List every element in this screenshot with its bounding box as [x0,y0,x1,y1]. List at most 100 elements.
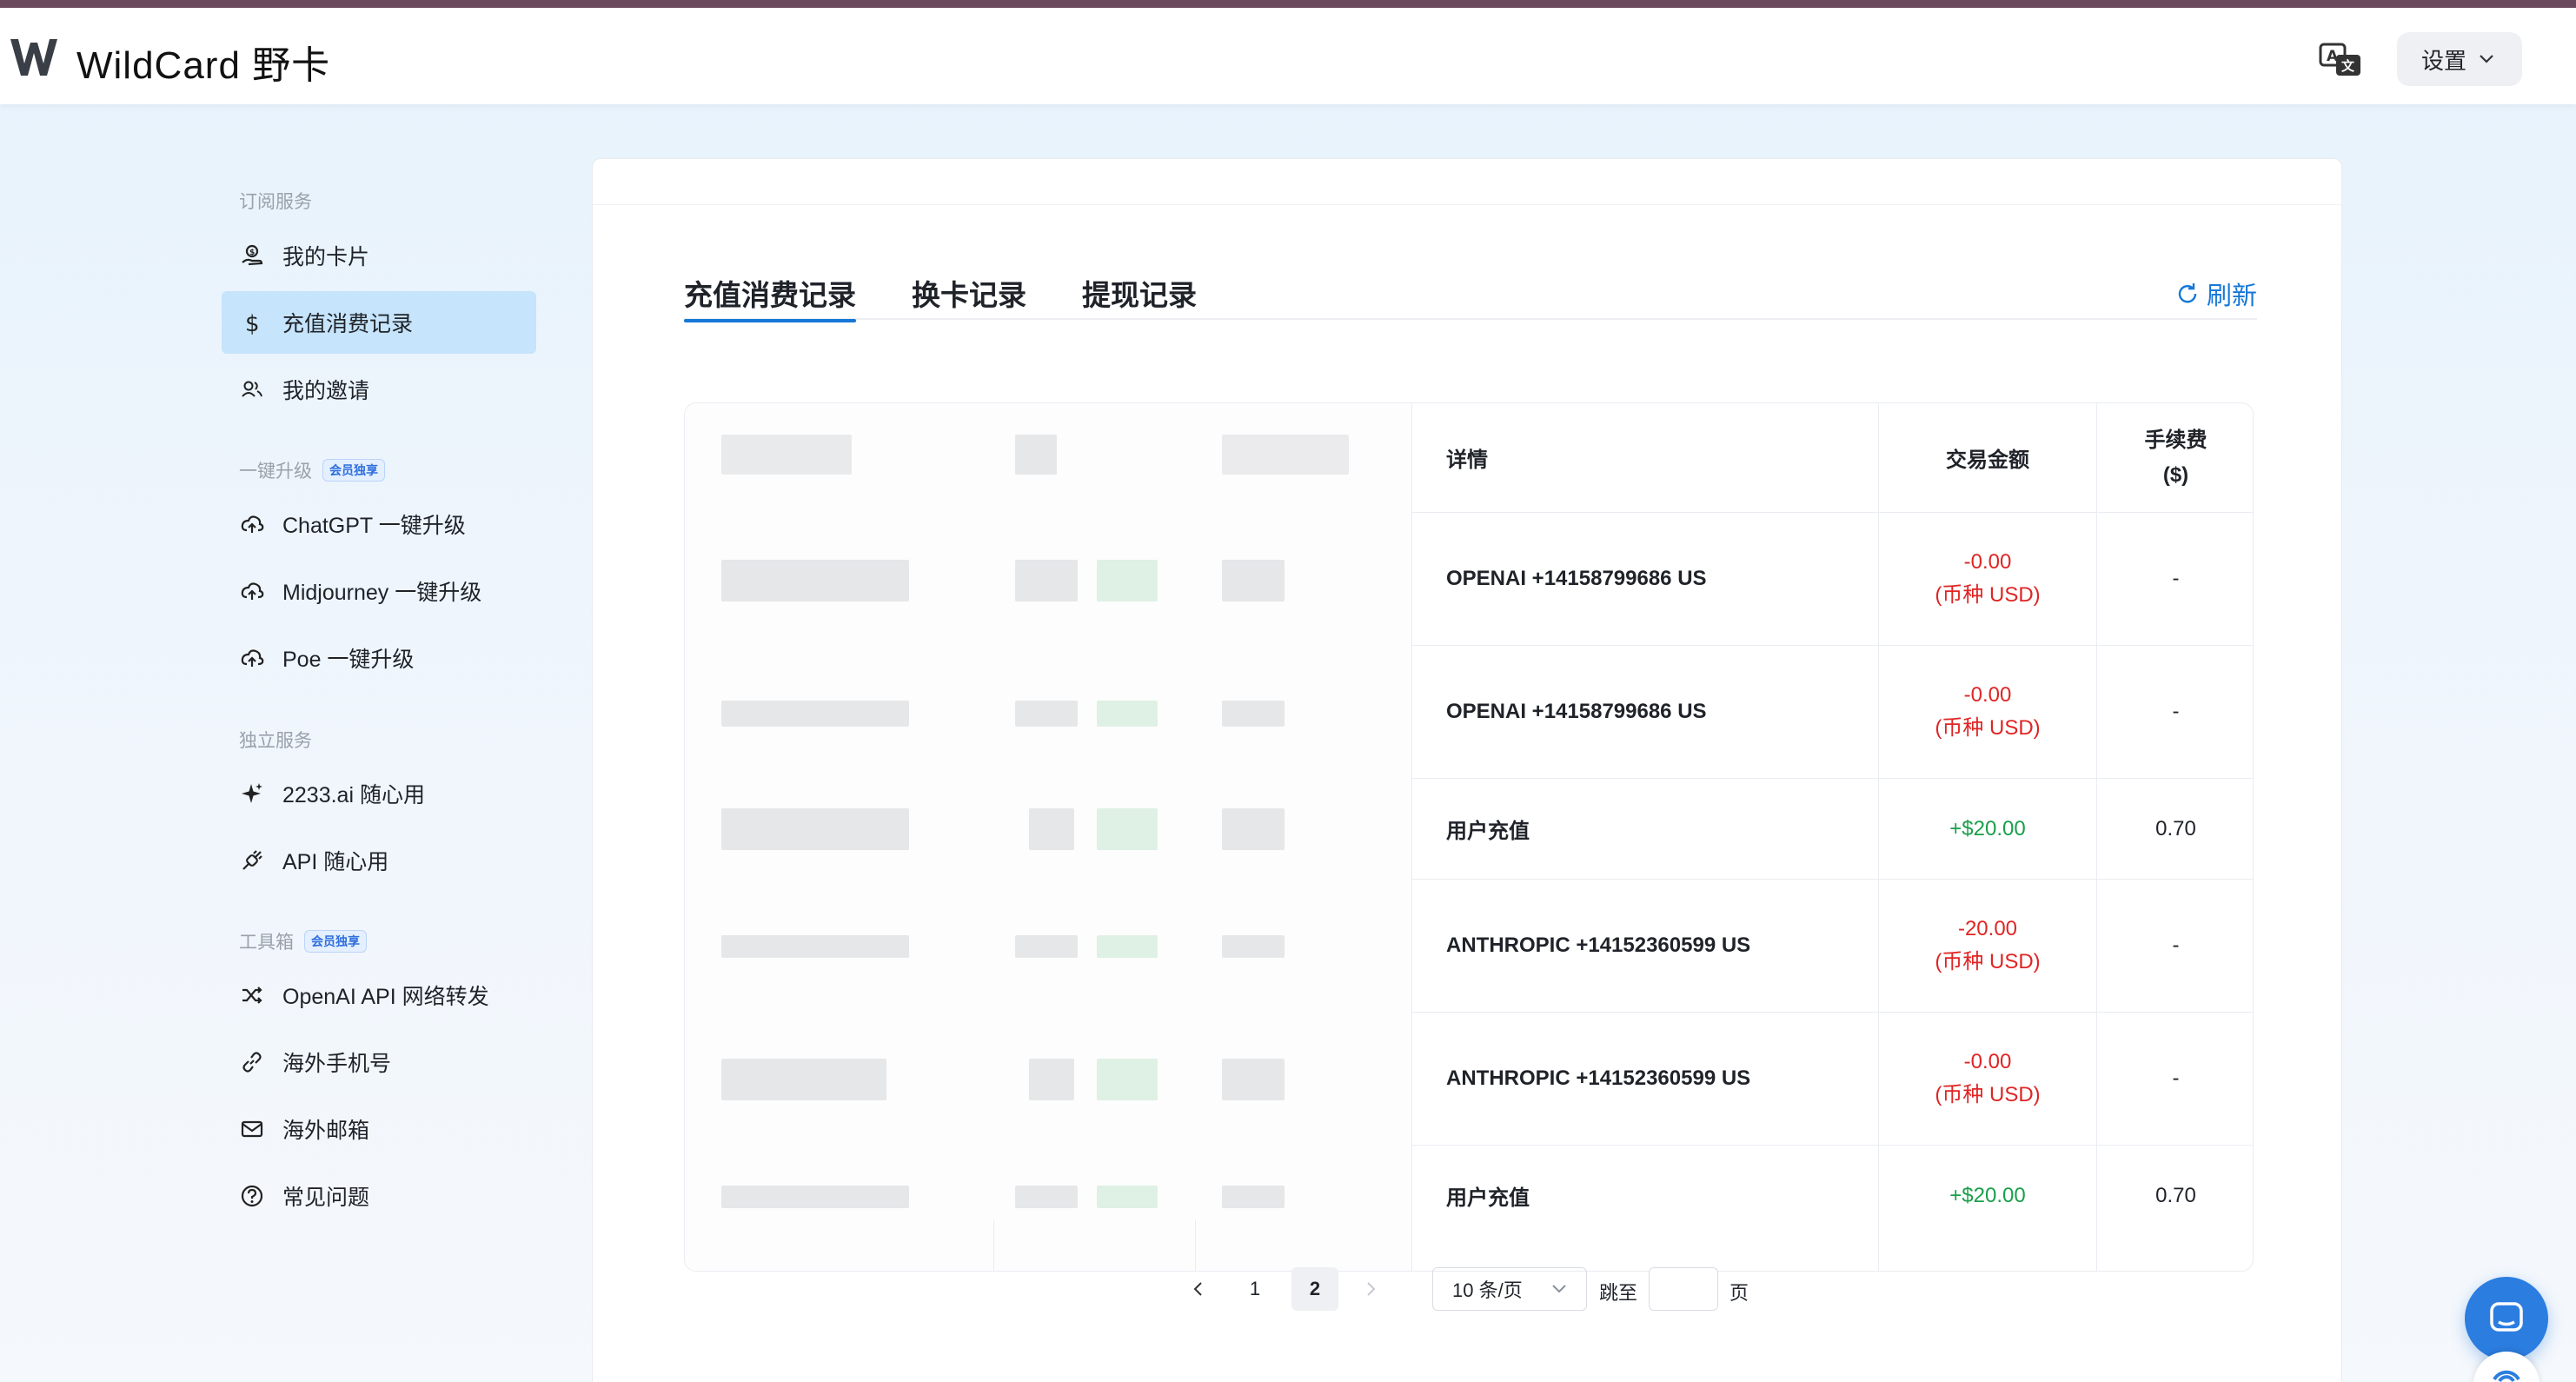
cell-amount: -0.00 (币种 USD) [1879,646,2096,778]
sidebar-item-midjourney-upgrade[interactable]: Midjourney 一键升级 [222,560,536,622]
sidebar-item-label: ChatGPT 一键升级 [282,514,466,538]
redacted-cell [721,808,909,850]
app-header: WildCard 野卡 A 文 设置 [0,8,2576,104]
svg-text:$: $ [249,249,255,257]
redacted-cell [1097,935,1158,958]
sidebar-item-label: 海外邮箱 [282,1119,370,1143]
amount-currency: (币种 USD) [1935,716,2041,740]
redacted-cell [1097,1059,1158,1100]
header-fee-unit: ($) [2162,462,2189,487]
sidebar-item-faq[interactable]: 常见问题 [222,1165,536,1227]
sidebar-item-invitations[interactable]: 我的邀请 [222,358,536,421]
header-fee-label: 手续费 [2144,428,2208,452]
refresh-button[interactable]: 刷新 [2175,276,2257,312]
amount-value: -0.00 [1963,550,2012,574]
sidebar-item-label: API 随心用 [282,850,389,874]
page-size-value: 10 条/页 [1452,1279,1523,1301]
sidebar-item-label: Poe 一键升级 [282,648,415,672]
redacted-cell [1097,560,1158,601]
page-size-select[interactable]: 10 条/页 [1432,1267,1587,1311]
amount-currency: (币种 USD) [1935,950,2041,973]
cell-fee: 0.70 [2155,1183,2196,1207]
chevron-down-icon [1552,1285,1566,1293]
sidebar-section-upgrade: 一键升级 会员独享 [239,457,385,483]
secondary-widget[interactable] [2473,1352,2539,1382]
jump-label: 跳至 [1599,1282,1638,1304]
cloud-upload-icon [239,511,265,537]
cell-detail: 用户充值 [1446,1186,1530,1210]
amount-value: -0.00 [1963,1050,2012,1073]
chevron-down-icon [2480,55,2493,63]
sidebar-item-poe-upgrade[interactable]: Poe 一键升级 [222,627,536,689]
redacted-cell [721,935,909,958]
cell-amount: -0.00 (币种 USD) [1879,513,2096,645]
redacted-cell [1222,560,1285,601]
redacted-cell [1097,808,1158,850]
section-title: 一键升级 [239,462,312,482]
section-title: 订阅服务 [239,192,312,212]
page-2-button[interactable]: 2 [1291,1267,1338,1311]
column-divider [1411,403,1412,1271]
settings-dropdown[interactable]: 设置 [2397,32,2522,86]
sidebar-item-recharge-records[interactable]: $ 充值消费记录 [222,291,536,354]
sidebar-item-label: 2233.ai 随心用 [282,783,425,807]
jump-page-input[interactable] [1649,1267,1718,1311]
amount-value: -0.00 [1963,683,2012,707]
window-top-strip [0,0,2576,8]
tab-card-change-records[interactable]: 换卡记录 [912,272,1026,320]
redacted-cell [1015,935,1078,958]
next-page-button[interactable] [1351,1267,1391,1311]
sidebar-item-phone[interactable]: 海外手机号 [222,1031,536,1093]
redacted-cell [1015,1186,1078,1208]
sidebar-item-openai-proxy[interactable]: OpenAI API 网络转发 [222,964,536,1027]
records-card: 充值消费记录 换卡记录 提现记录 刷新 详情 交易金额 手续费 ($) OPEN… [592,158,2342,1382]
cell-amount: +$20.00 [1949,1183,2026,1207]
section-title: 独立服务 [239,731,312,751]
link-icon [239,1049,265,1075]
amount-currency: (币种 USD) [1935,1083,2041,1106]
tab-recharge-records[interactable]: 充值消费记录 [684,272,856,322]
member-badge: 会员独享 [322,459,385,482]
redacted-cell [1097,701,1158,727]
translate-icon: A 文 [2319,43,2360,76]
cell-fee: - [2172,1066,2180,1090]
redacted-cell [1029,808,1074,850]
redacted-cell [1222,808,1285,850]
svg-text:$: $ [245,311,260,335]
wifi-icon [2493,1370,2520,1382]
redacted-cell [1015,701,1078,727]
redacted-columns [685,403,1411,1271]
tab-withdraw-records[interactable]: 提现记录 [1082,272,1197,320]
header-fee: 手续费 ($) [2097,403,2253,512]
redacted-cell [721,560,909,601]
sidebar-item-api[interactable]: API 随心用 [222,829,536,892]
sidebar-item-label: OpenAI API 网络转发 [282,985,489,1009]
redacted-cell [721,435,852,475]
sidebar-item-label: 充值消费记录 [282,312,414,336]
prev-page-button[interactable] [1178,1267,1218,1311]
page-1-button[interactable]: 1 [1234,1267,1276,1311]
cell-detail: OPENAI +14158799686 US [1446,700,1707,723]
language-button[interactable]: A 文 [2319,41,2364,81]
shuffle-icon [239,982,265,1008]
wildcard-logo-icon [10,39,57,76]
section-title: 工具箱 [239,933,294,953]
sidebar-section-subscription: 订阅服务 [239,188,312,214]
chevron-right-icon [1367,1282,1376,1296]
sidebar-item-my-cards[interactable]: $ 我的卡片 [222,224,536,287]
sidebar-item-2233ai[interactable]: 2233.ai 随心用 [222,762,536,825]
cell-fee: 0.70 [2155,816,2196,840]
amount-currency: (币种 USD) [1935,583,2041,607]
support-chat-button[interactable] [2465,1277,2548,1360]
sidebar-item-chatgpt-upgrade[interactable]: ChatGPT 一键升级 [222,493,536,555]
column-divider [993,1220,994,1271]
cell-fee: - [2172,567,2180,590]
sidebar-item-label: 我的邀请 [282,379,370,403]
records-table: 详情 交易金额 手续费 ($) OPENAI +14158799686 US -… [684,402,2254,1272]
svg-text:文: 文 [2341,58,2355,74]
header-detail: 详情 [1446,448,1488,472]
sidebar-item-email[interactable]: 海外邮箱 [222,1098,536,1160]
mail-icon [239,1116,265,1142]
redacted-cell [1222,1059,1285,1100]
app-title: WildCard 野卡 [76,44,331,87]
